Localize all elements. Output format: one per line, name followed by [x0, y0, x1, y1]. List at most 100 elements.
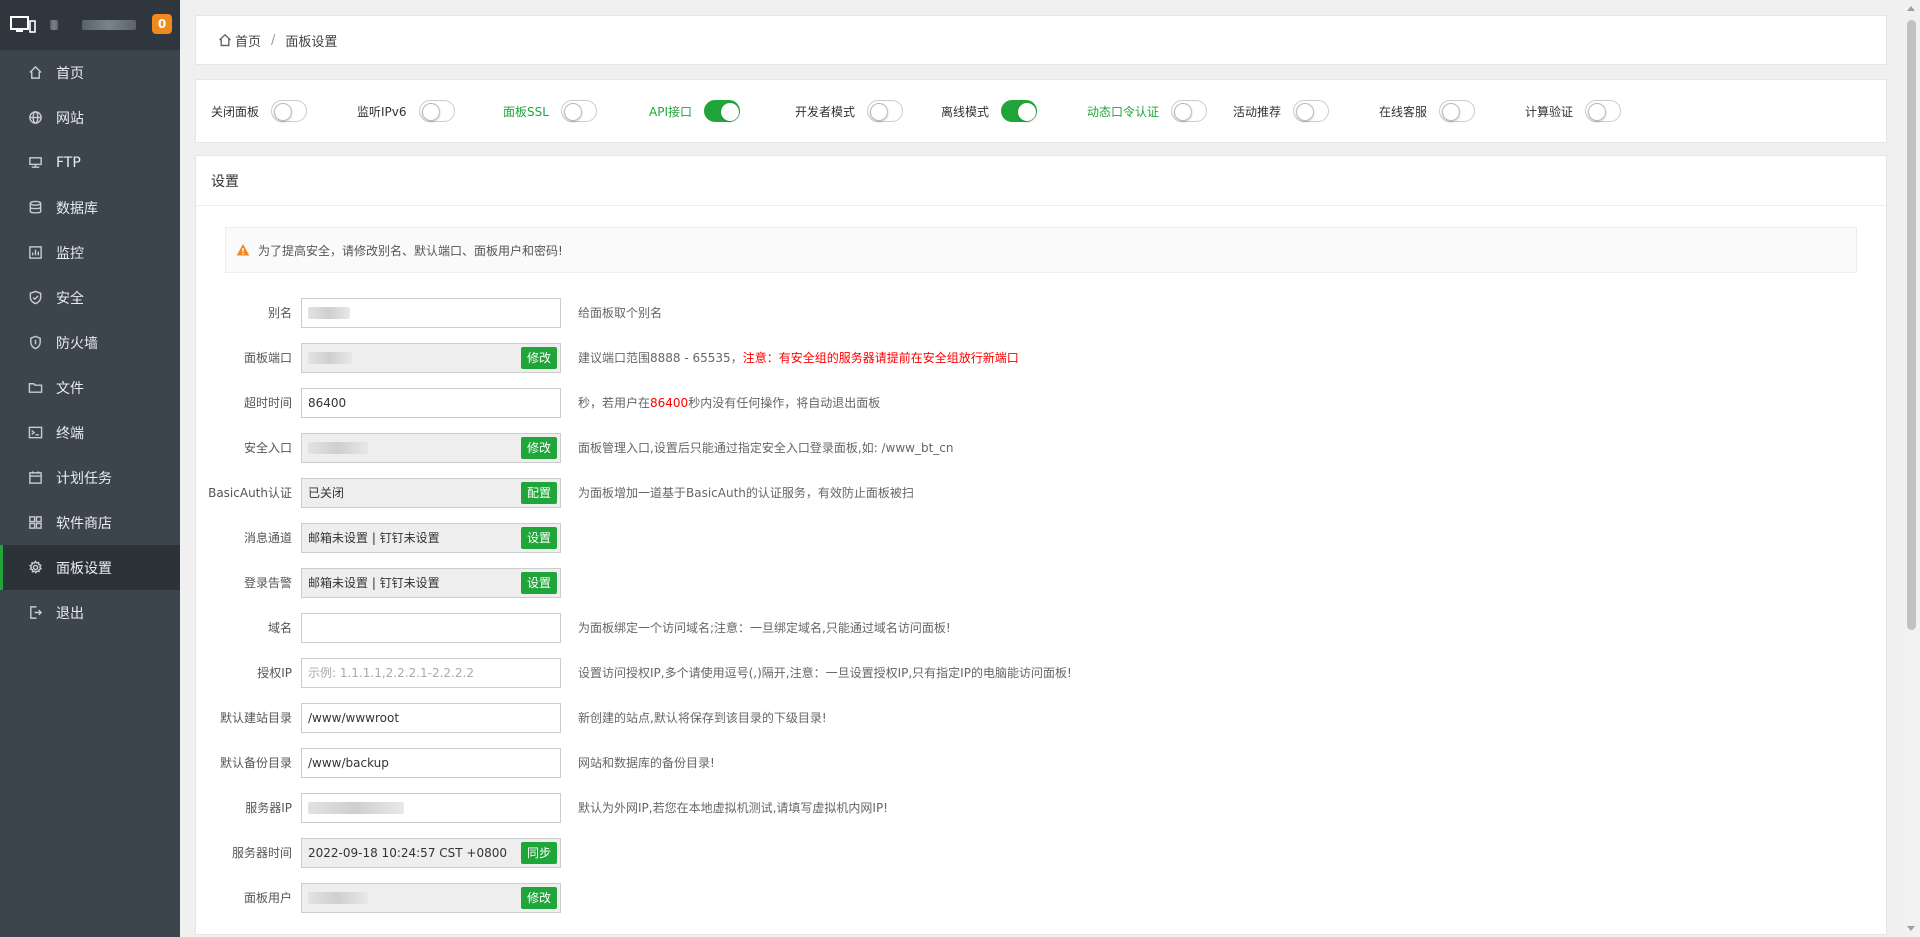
sidebar-item-cron[interactable]: 计划任务 — [0, 455, 180, 500]
sidebar-item-logout[interactable]: 退出 — [0, 590, 180, 635]
close-panel-switch[interactable] — [271, 100, 308, 122]
server-ip-value-blurred — [308, 801, 404, 814]
developer-switch[interactable] — [867, 100, 904, 122]
row-port: 面板端口 修改 建议端口范围8888 - 65535，注意：有安全组的服务器请提… — [196, 335, 1886, 380]
auth-ip-input[interactable]: 示例: 1.1.1.1,2.2.2.1-2.2.2.2 — [301, 657, 561, 688]
offline-switch[interactable] — [1001, 100, 1038, 122]
domain-input[interactable] — [301, 612, 561, 643]
settings-form: 别名 给面板取个别名 面板端口 修改 建议端口范围8888 - 65535，注意… — [196, 290, 1886, 920]
sidebar-item-firewall[interactable]: 防火墙 — [0, 320, 180, 365]
site-dir-input[interactable]: /www/wwwroot — [301, 702, 561, 733]
sidebar-item-label: 软件商店 — [56, 515, 112, 532]
server-name-blurred — [82, 20, 136, 30]
timeout-hint-post: 秒内没有任何操作，将自动退出面板 — [688, 396, 881, 410]
port-hint: 建议端口范围8888 - 65535，注意：有安全组的服务器请提前在安全组放行新… — [578, 349, 1019, 366]
totp-switch[interactable] — [1171, 100, 1208, 122]
sidebar-item-files[interactable]: 文件 — [0, 365, 180, 410]
toggle-label[interactable]: 面板SSL — [503, 103, 549, 120]
breadcrumb-home[interactable]: 首页 — [218, 31, 261, 50]
timeout-value: 86400 — [308, 395, 347, 410]
message-label: 消息通道 — [243, 531, 292, 545]
sidebar-item-database[interactable]: 数据库 — [0, 185, 180, 230]
row-auth-ip: 授权IP 示例: 1.1.1.1,2.2.2.1-2.2.2.2 设置访问授权I… — [196, 650, 1886, 695]
settings-panel: 设置 为了提高安全，请修改别名、默认端口、面板用户和密码! 别名 给面板取个别名… — [195, 155, 1887, 935]
timeout-hint-pre: 秒，若用户在 — [578, 396, 651, 410]
apps-icon — [27, 515, 43, 531]
sidebar-item-security[interactable]: 安全 — [0, 275, 180, 320]
site-dir-label: 默认建站目录 — [219, 711, 292, 725]
server-time-value: 2022-09-18 10:24:57 CST +0800 — [308, 845, 507, 860]
port-value-blurred — [308, 351, 352, 364]
entry-label: 安全入口 — [243, 441, 292, 455]
message-setup-button[interactable]: 设置 — [520, 526, 557, 549]
breadcrumb: 首页 / 面板设置 — [195, 15, 1887, 65]
warning-icon — [236, 244, 250, 256]
notification-badge[interactable]: 0 — [152, 14, 172, 34]
sidebar-item-label: 计划任务 — [56, 470, 112, 487]
basicauth-config-button[interactable]: 配置 — [520, 481, 557, 504]
sidebar-item-label: 安全 — [56, 290, 84, 307]
toggle-api: API接口 — [649, 100, 795, 122]
scroll-thumb[interactable] — [1907, 20, 1916, 630]
ssl-switch[interactable] — [560, 100, 597, 122]
gear-icon — [27, 560, 43, 576]
settings-title: 设置 — [196, 156, 1886, 206]
scroll-up-arrow[interactable] — [1907, 6, 1915, 11]
captcha-switch[interactable] — [1585, 100, 1622, 122]
alias-input[interactable] — [301, 297, 561, 328]
login-alert-label: 登录告警 — [243, 576, 292, 590]
home-icon — [27, 65, 43, 81]
sidebar-item-label: 网站 — [56, 110, 84, 127]
domain-hint: 为面板绑定一个访问域名;注意：一旦绑定域名,只能通过域名访问面板! — [578, 621, 951, 635]
recommend-switch[interactable] — [1293, 100, 1330, 122]
panel-user-edit-button[interactable]: 修改 — [520, 886, 557, 909]
basicauth-label: BasicAuth认证 — [208, 486, 292, 500]
sidebar-item-monitor[interactable]: 监控 — [0, 230, 180, 275]
sidebar-item-ftp[interactable]: FTP — [0, 140, 180, 185]
page-scrollbar[interactable] — [1903, 0, 1920, 937]
panel-user-label: 面板用户 — [243, 891, 292, 905]
toggle-label[interactable]: API接口 — [649, 103, 692, 120]
ftp-icon — [27, 155, 43, 171]
basicauth-field: 已关闭 配置 — [301, 477, 561, 508]
toggle-label[interactable]: 动态口令认证 — [1087, 103, 1159, 120]
sidebar-item-label: 首页 — [56, 65, 84, 82]
server-ip-input[interactable] — [301, 792, 561, 823]
sidebar-item-label: FTP — [56, 154, 81, 171]
toggle-label: 活动推荐 — [1233, 104, 1282, 119]
monitor-icon — [27, 245, 43, 261]
shield-icon — [27, 290, 43, 306]
support-switch[interactable] — [1439, 100, 1476, 122]
site-dir-hint: 新创建的站点,默认将保存到该目录的下级目录! — [578, 711, 827, 725]
login-alert-setup-button[interactable]: 设置 — [520, 571, 557, 594]
warning-text: 为了提高安全，请修改别名、默认端口、面板用户和密码! — [258, 243, 563, 258]
toggle-offline: 离线模式 — [941, 100, 1087, 122]
sidebar-item-terminal[interactable]: 终端 — [0, 410, 180, 455]
scroll-down-arrow[interactable] — [1907, 926, 1915, 931]
timeout-input[interactable]: 86400 — [301, 387, 561, 418]
api-switch[interactable] — [704, 100, 740, 122]
port-hint-warning: 注意：有安全组的服务器请提前在安全组放行新端口 — [742, 351, 1019, 365]
port-edit-button[interactable]: 修改 — [520, 346, 557, 369]
site-dir-value: /www/wwwroot — [308, 710, 400, 725]
toggle-label: 开发者模式 — [795, 104, 856, 119]
login-alert-value: 邮箱未设置 | 钉钉未设置 — [308, 576, 440, 590]
terminal-icon — [27, 425, 43, 441]
breadcrumb-separator: / — [271, 32, 276, 48]
toggle-label: 监听IPv6 — [357, 104, 407, 119]
sidebar-item-panel-settings[interactable]: 面板设置 — [0, 545, 180, 590]
sidebar-item-website[interactable]: 网站 — [0, 95, 180, 140]
ipv6-switch[interactable] — [418, 100, 455, 122]
backup-dir-input[interactable]: /www/backup — [301, 747, 561, 778]
row-site-dir: 默认建站目录 /www/wwwroot 新创建的站点,默认将保存到该目录的下级目… — [196, 695, 1886, 740]
sidebar-item-store[interactable]: 软件商店 — [0, 500, 180, 545]
server-time-sync-button[interactable]: 同步 — [520, 841, 557, 864]
toggle-label: 在线客服 — [1379, 104, 1428, 119]
row-backup-dir: 默认备份目录 /www/backup 网站和数据库的备份目录! — [196, 740, 1886, 785]
sidebar-header: 0 — [0, 0, 180, 50]
backup-dir-label: 默认备份目录 — [219, 756, 292, 770]
entry-edit-button[interactable]: 修改 — [520, 436, 557, 459]
sidebar-item-home[interactable]: 首页 — [0, 50, 180, 95]
server-ip-label: 服务器IP — [245, 801, 292, 815]
toggle-totp: 动态口令认证 — [1087, 100, 1233, 122]
